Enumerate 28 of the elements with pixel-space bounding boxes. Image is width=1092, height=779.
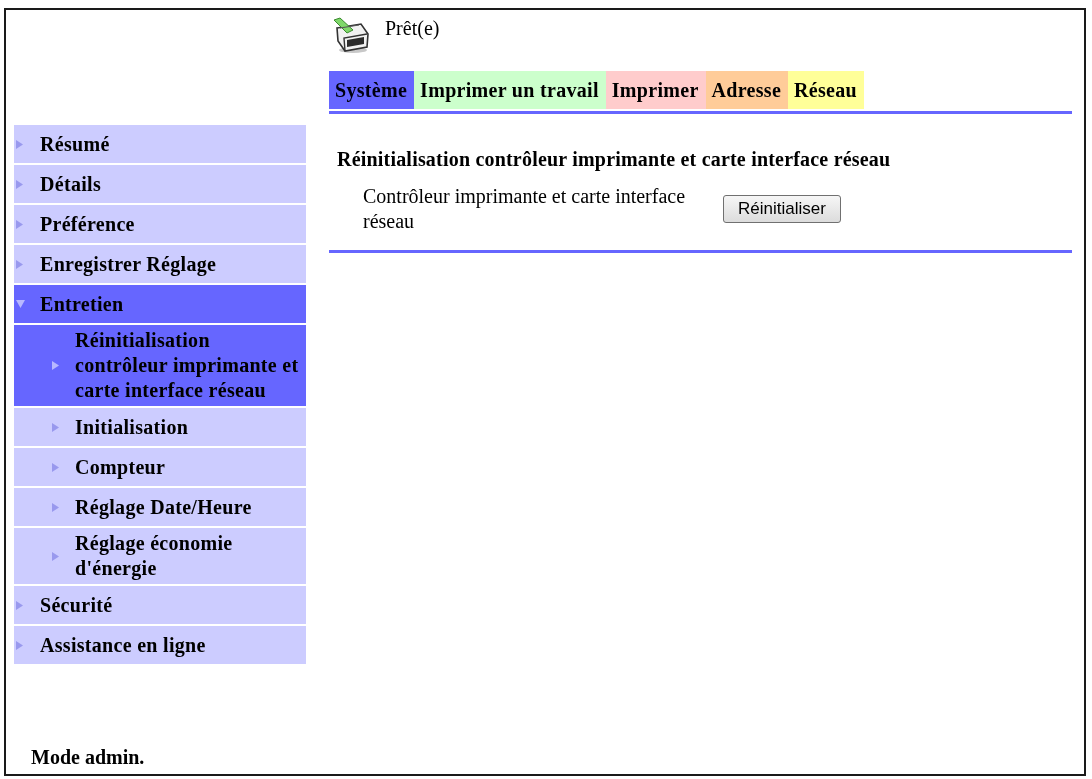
section-title: Réinitialisation contrôleur imprimante et carte interface réseau bbox=[337, 147, 892, 172]
sidebar-subitem[interactable]: Compteur bbox=[14, 448, 306, 486]
sidebar-subitem[interactable]: Réglage économie d'énergie bbox=[14, 528, 306, 584]
sidebar-item[interactable]: Préférence bbox=[14, 205, 306, 243]
sidebar-item[interactable]: Enregistrer Réglage bbox=[14, 245, 306, 283]
mode-label: Mode admin. bbox=[30, 745, 146, 770]
caret-right-icon bbox=[52, 502, 59, 512]
printer-icon bbox=[331, 16, 371, 54]
sidebar-subitem[interactable]: Réinitialisation contrôleur imprimante et carte interface réseau bbox=[14, 325, 306, 406]
tab[interactable]: Imprimer un travail bbox=[414, 71, 606, 109]
sidebar-subitem[interactable]: Réglage Date/Heure bbox=[14, 488, 306, 526]
sidebar-item[interactable]: Résumé bbox=[14, 125, 306, 163]
caret-right-icon bbox=[52, 551, 59, 561]
field-label: Contrôleur imprimante et carte interface réseau bbox=[363, 184, 687, 234]
sidebar-item[interactable]: Assistance en ligne bbox=[14, 626, 306, 664]
reset-button[interactable]: Réinitialiser bbox=[723, 195, 841, 223]
caret-right-icon bbox=[52, 361, 59, 370]
sidebar-subitem[interactable]: Initialisation bbox=[14, 408, 306, 446]
status-text: Prêt(e) bbox=[385, 16, 440, 41]
sidebar-item[interactable]: Détails bbox=[14, 165, 306, 203]
caret-right-icon bbox=[52, 462, 59, 472]
caret-right-icon bbox=[52, 422, 59, 432]
sidebar-item[interactable]: Sécurité bbox=[14, 586, 306, 624]
tab[interactable]: Système bbox=[329, 71, 415, 109]
tab[interactable]: Imprimer bbox=[605, 71, 706, 109]
tab[interactable]: Réseau bbox=[788, 71, 864, 109]
tab[interactable]: Adresse bbox=[705, 71, 789, 109]
sidebar-item[interactable]: Entretien bbox=[14, 285, 306, 323]
